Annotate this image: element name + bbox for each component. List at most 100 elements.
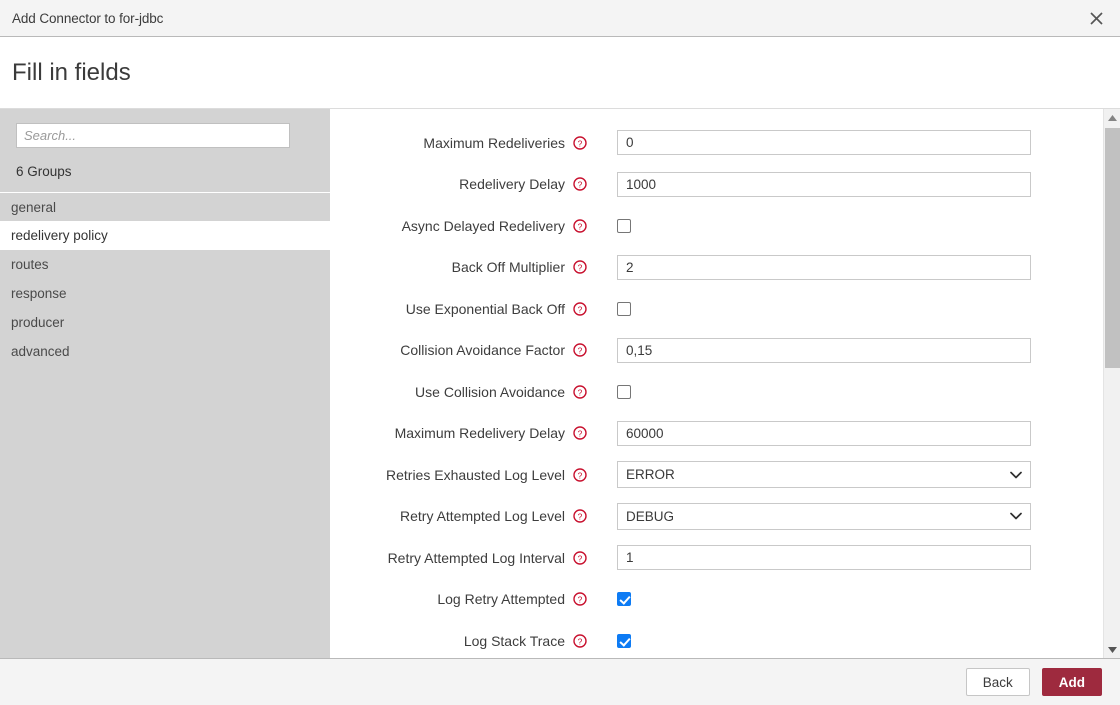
field-control-area — [617, 384, 1120, 399]
select-retries-exhausted-log-level[interactable]: ERROR — [617, 461, 1031, 489]
svg-text:?: ? — [578, 221, 583, 231]
help-circle-icon[interactable]: ? — [573, 634, 587, 648]
field-control-area — [617, 592, 1120, 607]
field-label-use-exponential-back-off: Use Exponential Back Off — [405, 300, 565, 317]
help-circle-glyph: ? — [573, 551, 587, 565]
sidebar-item-producer[interactable]: producer — [0, 308, 330, 337]
input-back-off-multiplier[interactable] — [617, 254, 1031, 280]
svg-text:?: ? — [578, 636, 583, 646]
field-label-retry-attempted-log-interval: Retry Attempted Log Interval — [387, 549, 565, 566]
svg-text:?: ? — [578, 304, 583, 314]
svg-text:?: ? — [578, 429, 583, 439]
dialog-body: 6 Groups general redelivery policy route… — [0, 108, 1120, 658]
help-circle-icon[interactable]: ? — [573, 136, 587, 150]
checkbox-log-retry-attempted[interactable] — [617, 592, 631, 607]
svg-text:?: ? — [578, 512, 583, 522]
chevron-down-icon — [1010, 512, 1022, 520]
close-icon[interactable] — [1082, 4, 1110, 32]
field-label-log-stack-trace: Log Stack Trace — [463, 632, 565, 649]
select-value: DEBUG — [626, 508, 675, 524]
field-control-area — [617, 301, 1120, 316]
field-control-area: DEBUG — [617, 502, 1120, 530]
input-redelivery-delay[interactable] — [617, 171, 1031, 197]
field-label-back-off-multiplier: Back Off Multiplier — [451, 259, 565, 276]
help-circle-glyph: ? — [573, 634, 587, 648]
add-button[interactable]: Add — [1041, 668, 1102, 696]
field-label-maximum-redelivery-delay: Maximum Redelivery Delay — [394, 425, 565, 442]
sidebar-item-general[interactable]: general — [0, 192, 330, 221]
help-circle-glyph: ? — [573, 260, 587, 274]
add-connector-dialog: Add Connector to for-jdbc Fill in fields… — [0, 0, 1120, 705]
help-circle-glyph: ? — [573, 385, 587, 399]
field-label-retries-exhausted-log-level: Retries Exhausted Log Level — [386, 466, 565, 483]
select-value: ERROR — [626, 467, 675, 483]
checkbox-log-stack-trace[interactable] — [617, 633, 631, 648]
help-circle-icon[interactable]: ? — [573, 426, 587, 440]
help-circle-icon[interactable]: ? — [573, 385, 587, 399]
help-circle-icon[interactable]: ? — [573, 219, 587, 233]
help-circle-icon[interactable]: ? — [573, 509, 587, 523]
help-circle-glyph: ? — [573, 177, 587, 191]
sidebar-item-label: advanced — [11, 344, 70, 359]
help-circle-glyph: ? — [573, 468, 587, 482]
sidebar-filler — [0, 366, 330, 658]
form-row: Async Delayed Redelivery? — [330, 205, 1120, 247]
field-control-area — [617, 130, 1120, 156]
field-control-area — [617, 171, 1120, 197]
help-circle-icon[interactable]: ? — [573, 177, 587, 191]
sidebar-item-response[interactable]: response — [0, 279, 330, 308]
field-label-use-collision-avoidance: Use Collision Avoidance — [415, 383, 565, 400]
help-circle-icon[interactable]: ? — [573, 592, 587, 606]
sidebar-item-redelivery-policy[interactable]: redelivery policy — [0, 221, 330, 250]
field-control-area — [617, 254, 1120, 280]
form-scrollbar[interactable] — [1103, 109, 1120, 658]
dialog-title: Add Connector to for-jdbc — [12, 10, 164, 26]
svg-text:?: ? — [578, 595, 583, 605]
help-circle-glyph: ? — [573, 343, 587, 357]
back-button[interactable]: Back — [965, 668, 1030, 696]
sidebar-item-label: producer — [11, 315, 65, 330]
chevron-down-glyph — [1010, 512, 1022, 520]
input-retry-attempted-log-interval[interactable] — [617, 545, 1031, 571]
help-circle-glyph: ? — [573, 592, 587, 606]
help-circle-glyph: ? — [573, 302, 587, 316]
input-maximum-redelivery-delay[interactable] — [617, 420, 1031, 446]
field-control-area: ERROR — [617, 461, 1120, 489]
svg-text:?: ? — [578, 138, 583, 148]
chevron-down-icon — [1010, 471, 1022, 479]
input-maximum-redeliveries[interactable] — [617, 130, 1031, 156]
checkbox-async-delayed-redelivery[interactable] — [617, 218, 631, 233]
sidebar-item-advanced[interactable]: advanced — [0, 337, 330, 366]
scrollbar-thumb[interactable] — [1105, 128, 1120, 368]
select-retry-attempted-log-level[interactable]: DEBUG — [617, 502, 1031, 530]
help-circle-icon[interactable]: ? — [573, 260, 587, 274]
triangle-down-icon[interactable] — [1104, 641, 1120, 658]
input-collision-avoidance-factor[interactable] — [617, 337, 1031, 363]
form-row: Maximum Redelivery Delay? — [330, 413, 1120, 455]
form-rows: Maximum Redeliveries?Redelivery Delay?As… — [330, 122, 1120, 658]
checkbox-use-collision-avoidance[interactable] — [617, 384, 631, 399]
svg-text:?: ? — [578, 346, 583, 356]
search-input[interactable] — [16, 123, 290, 148]
svg-text:?: ? — [578, 470, 583, 480]
field-label-retry-attempted-log-level: Retry Attempted Log Level — [400, 508, 565, 525]
form-row: Retry Attempted Log Level? DEBUG — [330, 496, 1120, 538]
field-control-area — [617, 545, 1120, 571]
help-circle-icon[interactable]: ? — [573, 468, 587, 482]
svg-text:?: ? — [578, 387, 583, 397]
help-circle-icon[interactable]: ? — [573, 343, 587, 357]
field-control-area — [617, 337, 1120, 363]
form-row: Back Off Multiplier? — [330, 247, 1120, 289]
form-row: Maximum Redeliveries? — [330, 122, 1120, 164]
help-circle-icon[interactable]: ? — [573, 551, 587, 565]
sidebar-item-label: routes — [11, 257, 49, 272]
heading-area: Fill in fields — [0, 37, 1120, 108]
chevron-down-glyph — [1010, 471, 1022, 479]
checkbox-use-exponential-back-off[interactable] — [617, 301, 631, 316]
sidebar-item-routes[interactable]: routes — [0, 250, 330, 279]
help-circle-icon[interactable]: ? — [573, 302, 587, 316]
dialog-titlebar: Add Connector to for-jdbc — [0, 0, 1120, 37]
triangle-up-icon[interactable] — [1104, 109, 1120, 126]
field-label-redelivery-delay: Redelivery Delay — [459, 176, 565, 193]
page-title: Fill in fields — [12, 58, 131, 86]
